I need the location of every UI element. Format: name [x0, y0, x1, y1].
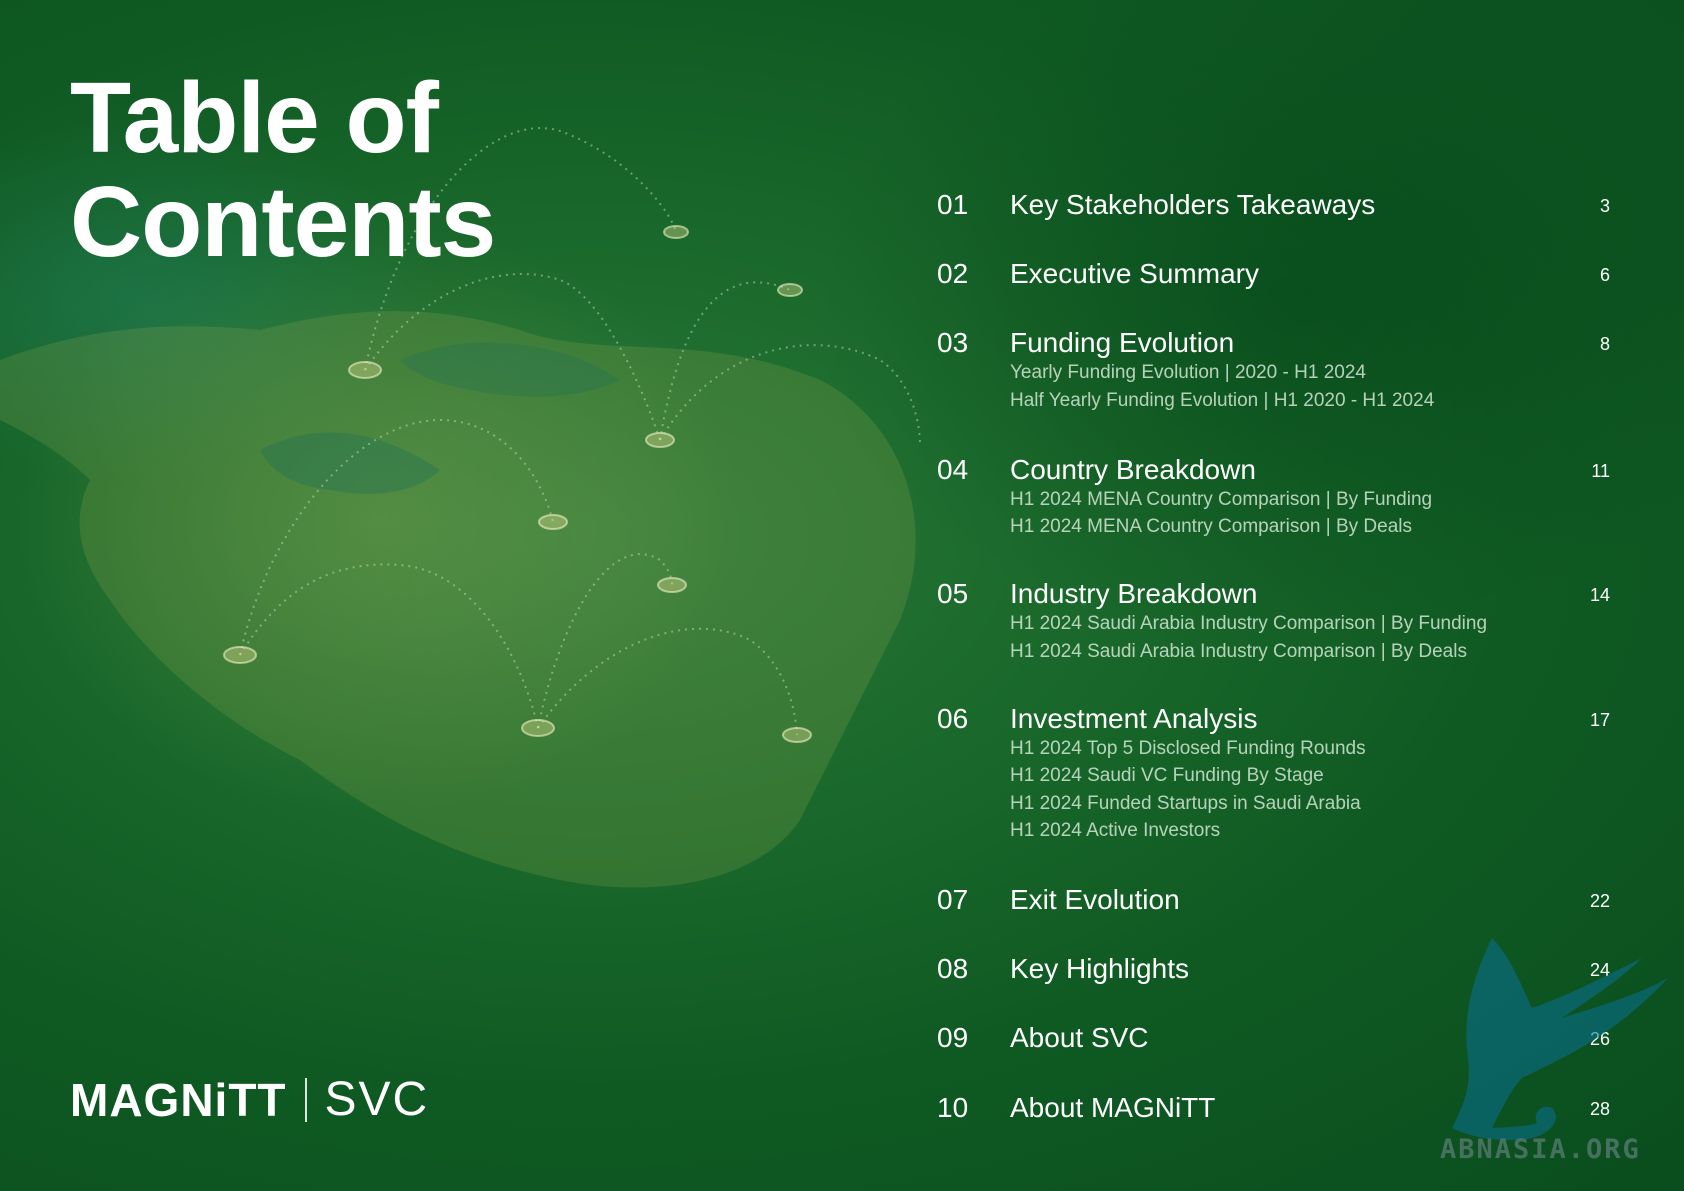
- toc-heading: Country Breakdown: [1010, 454, 1256, 485]
- toc-subitem: H1 2024 Saudi Arabia Industry Comparison…: [1010, 641, 1467, 662]
- toc-page-number: 3: [1599, 196, 1610, 216]
- toc-number: 01: [937, 189, 969, 220]
- toc-number: 02: [937, 258, 969, 289]
- toc-subitem: H1 2024 MENA Country Comparison | By Dea…: [1010, 516, 1412, 537]
- toc-page-number: 8: [1599, 334, 1610, 354]
- toc-subitem: Half Yearly Funding Evolution | H1 2020 …: [1010, 390, 1435, 411]
- toc-number: 10: [937, 1092, 969, 1123]
- toc-subitem: H1 2024 MENA Country Comparison | By Fun…: [1010, 489, 1433, 510]
- partner-logos: MAGNiTT SVC: [70, 1072, 429, 1127]
- toc-subitem: H1 2024 Active Investors: [1010, 820, 1221, 841]
- toc-page-number: 14: [1589, 585, 1610, 605]
- toc-heading: Investment Analysis: [1010, 703, 1258, 734]
- magnitt-logo: MAGNiTT: [70, 1073, 287, 1126]
- toc-heading: Funding Evolution: [1010, 327, 1235, 358]
- toc-page-number: 22: [1589, 891, 1610, 911]
- toc-heading: Industry Breakdown: [1010, 578, 1258, 609]
- toc-heading: Key Stakeholders Takeaways: [1010, 189, 1376, 220]
- toc-heading: Executive Summary: [1010, 258, 1259, 289]
- toc-subitem: H1 2024 Saudi VC Funding By Stage: [1010, 765, 1324, 786]
- page-title: Table of Contents: [70, 62, 496, 278]
- toc-number: 05: [937, 578, 969, 609]
- toc-page-number: 17: [1589, 710, 1610, 730]
- watermark-text: ABNASIA.ORG: [1440, 1134, 1641, 1165]
- title-line-2: Contents: [70, 166, 496, 278]
- toc-page-number: 11: [1591, 461, 1610, 481]
- toc-number: 09: [937, 1022, 969, 1053]
- toc-number: 03: [937, 327, 969, 358]
- toc-subitem: Yearly Funding Evolution | 2020 - H1 202…: [1010, 362, 1366, 383]
- toc-subitem: H1 2024 Saudi Arabia Industry Comparison…: [1010, 613, 1488, 634]
- toc-heading: Exit Evolution: [1010, 884, 1180, 915]
- toc-subitem: H1 2024 Top 5 Disclosed Funding Rounds: [1010, 738, 1366, 759]
- svc-logo: SVC: [324, 1073, 430, 1126]
- toc-heading: About MAGNiTT: [1010, 1092, 1216, 1123]
- toc-page-number: 6: [1599, 265, 1610, 285]
- title-line-1: Table of: [70, 62, 439, 174]
- toc-number: 08: [937, 953, 969, 984]
- toc-subitem: H1 2024 Funded Startups in Saudi Arabia: [1010, 793, 1361, 814]
- toc-number: 06: [937, 703, 969, 734]
- toc-number: 07: [937, 884, 969, 915]
- toc-heading: About SVC: [1010, 1022, 1149, 1053]
- toc-heading: Key Highlights: [1010, 953, 1189, 984]
- logo-divider: [304, 1077, 307, 1122]
- toc-number: 04: [937, 454, 969, 485]
